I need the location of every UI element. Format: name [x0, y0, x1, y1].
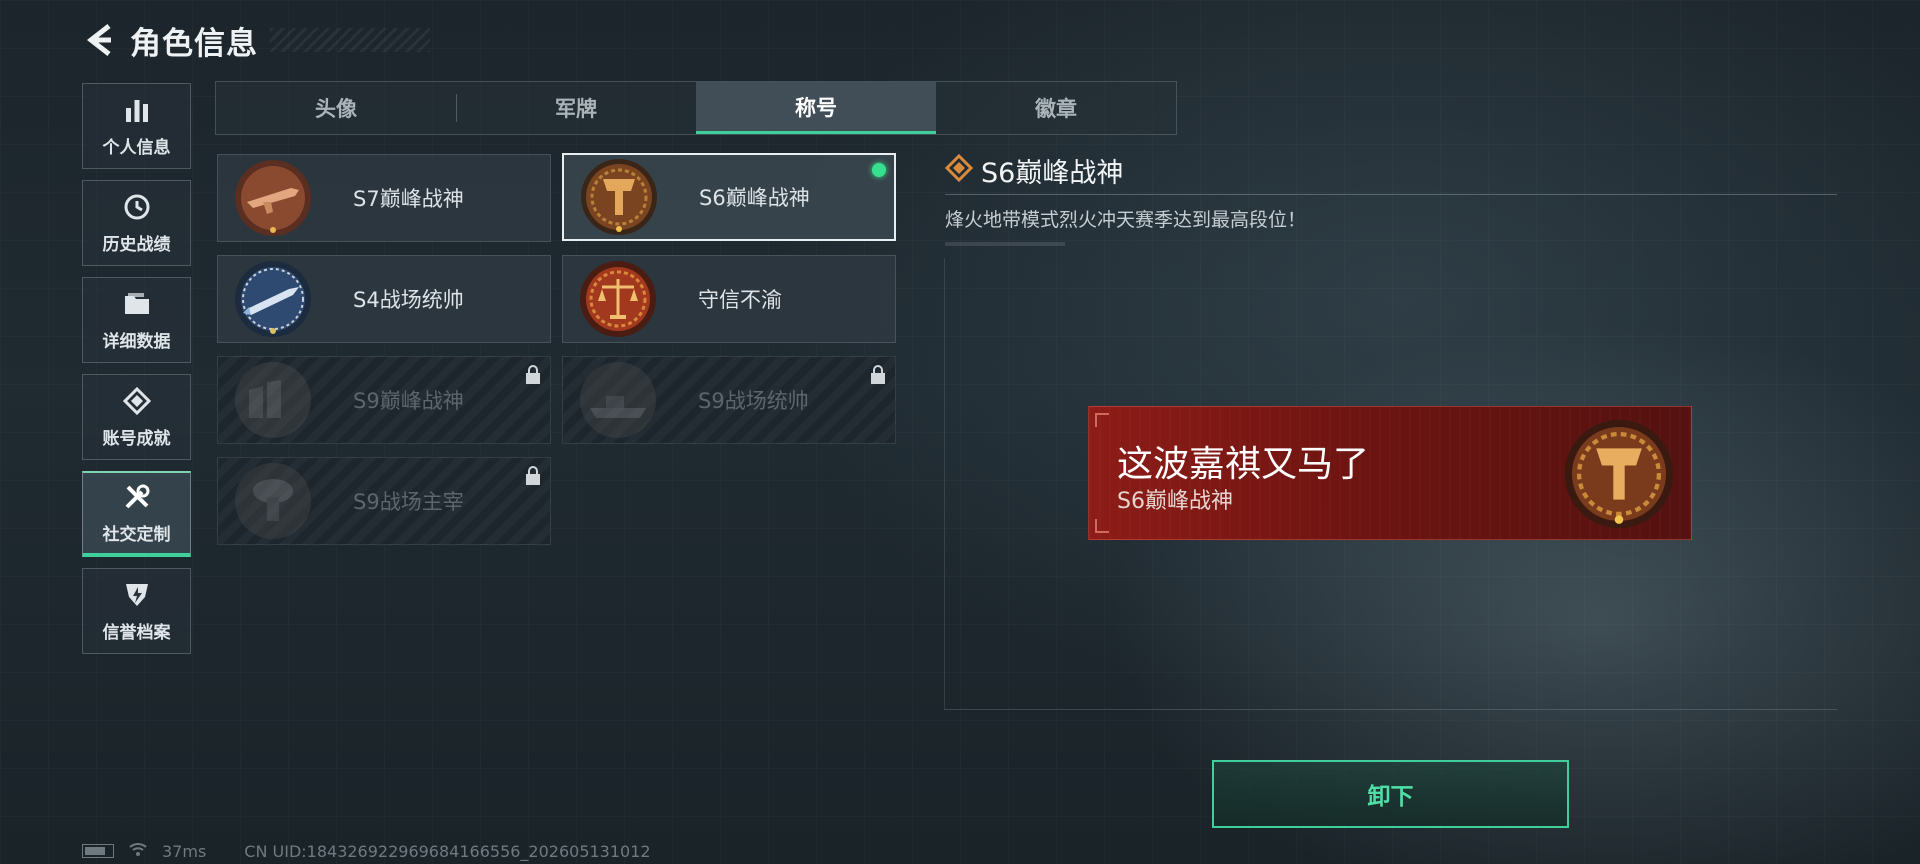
detail-subtext-placeholder	[945, 242, 1065, 246]
tools-icon	[122, 482, 152, 512]
sidebar-item-label: 账号成就	[102, 428, 171, 449]
folder-icon	[122, 289, 152, 319]
title-card-label: S4战场统帅	[353, 288, 464, 312]
tab-badge[interactable]: 徽章	[936, 82, 1176, 134]
sidebar-item-label: 详细数据	[102, 331, 171, 352]
fortress-emblem-icon	[233, 360, 313, 440]
sidebar-item-detailed-data[interactable]: 详细数据	[82, 277, 191, 363]
player-name: 这波嘉祺又马了	[1117, 444, 1370, 485]
tab-dog-tag[interactable]: 军牌	[456, 82, 696, 134]
t-shield-emblem-icon	[579, 157, 659, 237]
title-card-label: 守信不渝	[698, 288, 782, 312]
bar-chart-icon	[122, 95, 152, 125]
sidebar-item-history[interactable]: 历史战绩	[82, 180, 191, 266]
title-card-label: S9战场主宰	[353, 490, 464, 514]
sidebar-item-label: 社交定制	[102, 524, 171, 545]
lock-icon	[869, 365, 887, 385]
category-tabs: 头像 军牌 称号 徽章	[215, 81, 1177, 135]
title-card-selected[interactable]: S6巅峰战神	[562, 153, 896, 241]
back-arrow-icon	[86, 24, 111, 56]
title-card-label: S7巅峰战神	[353, 187, 464, 211]
detail-title: S6巅峰战神	[981, 157, 1124, 189]
unequip-button[interactable]: 卸下	[1212, 760, 1569, 828]
title-card-label: S6巅峰战神	[699, 186, 810, 210]
title-card-label: S9巅峰战神	[353, 389, 464, 413]
sidebar-item-social-custom[interactable]: 社交定制	[82, 471, 191, 557]
ping-value: 37ms	[162, 841, 207, 861]
sidebar-item-label: 信誉档案	[102, 622, 171, 643]
page-title: 角色信息	[130, 25, 258, 62]
lock-icon	[524, 365, 542, 385]
shield-icon	[122, 580, 152, 610]
tab-avatar[interactable]: 头像	[216, 82, 456, 134]
sidebar: 个人信息 历史战绩 详细数据 账号成就 社交定制 信誉档案	[82, 83, 191, 665]
uid-text: CN UID:184326922969684166556_20260513101…	[244, 841, 651, 861]
sidebar-item-label: 历史战绩	[102, 234, 171, 255]
banner-corner	[1095, 413, 1109, 427]
title-decoration	[270, 28, 430, 52]
history-clock-icon	[122, 192, 152, 222]
sidebar-item-achievements[interactable]: 账号成就	[82, 374, 191, 460]
back-button[interactable]	[80, 20, 120, 60]
divider	[945, 194, 1837, 195]
tab-title[interactable]: 称号	[696, 82, 936, 134]
sidebar-item-credit-record[interactable]: 信誉档案	[82, 568, 191, 654]
scales-emblem-icon	[578, 259, 658, 339]
title-card[interactable]: S7巅峰战神	[217, 154, 551, 242]
sidebar-item-label: 个人信息	[102, 137, 171, 158]
status-footer: 37ms CN UID:184326922969684166556_202605…	[82, 838, 651, 864]
name-card-preview: 这波嘉祺又马了 S6巅峰战神	[1088, 406, 1692, 540]
missile-emblem-icon	[233, 259, 313, 339]
t-shield-emblem-icon	[1562, 417, 1676, 531]
equipped-indicator	[872, 163, 886, 177]
player-title: S6巅峰战神	[1117, 489, 1233, 514]
title-card-locked[interactable]: S9战场统帅	[562, 356, 896, 444]
title-card[interactable]: 守信不渝	[562, 255, 896, 343]
title-card-label: S9战场统帅	[698, 389, 809, 413]
title-card-locked[interactable]: S9巅峰战神	[217, 356, 551, 444]
sidebar-item-personal-info[interactable]: 个人信息	[82, 83, 191, 169]
diamond-title-icon	[944, 153, 974, 186]
warship-emblem-icon	[578, 360, 658, 440]
wifi-icon	[128, 841, 148, 861]
banner-corner	[1095, 519, 1109, 533]
mushroom-cloud-emblem-icon	[233, 461, 313, 541]
title-card[interactable]: S4战场统帅	[217, 255, 551, 343]
title-detail-panel: S6巅峰战神 烽火地带模式烈火冲天赛季达到最高段位！	[944, 150, 1837, 246]
detail-description: 烽火地带模式烈火冲天赛季达到最高段位！	[945, 209, 1307, 231]
battery-icon	[82, 844, 114, 858]
rifle-emblem-icon	[233, 158, 313, 238]
title-card-locked[interactable]: S9战场主宰	[217, 457, 551, 545]
achievement-icon	[122, 386, 152, 416]
page-header: 角色信息	[80, 14, 258, 66]
lock-icon	[524, 466, 542, 486]
